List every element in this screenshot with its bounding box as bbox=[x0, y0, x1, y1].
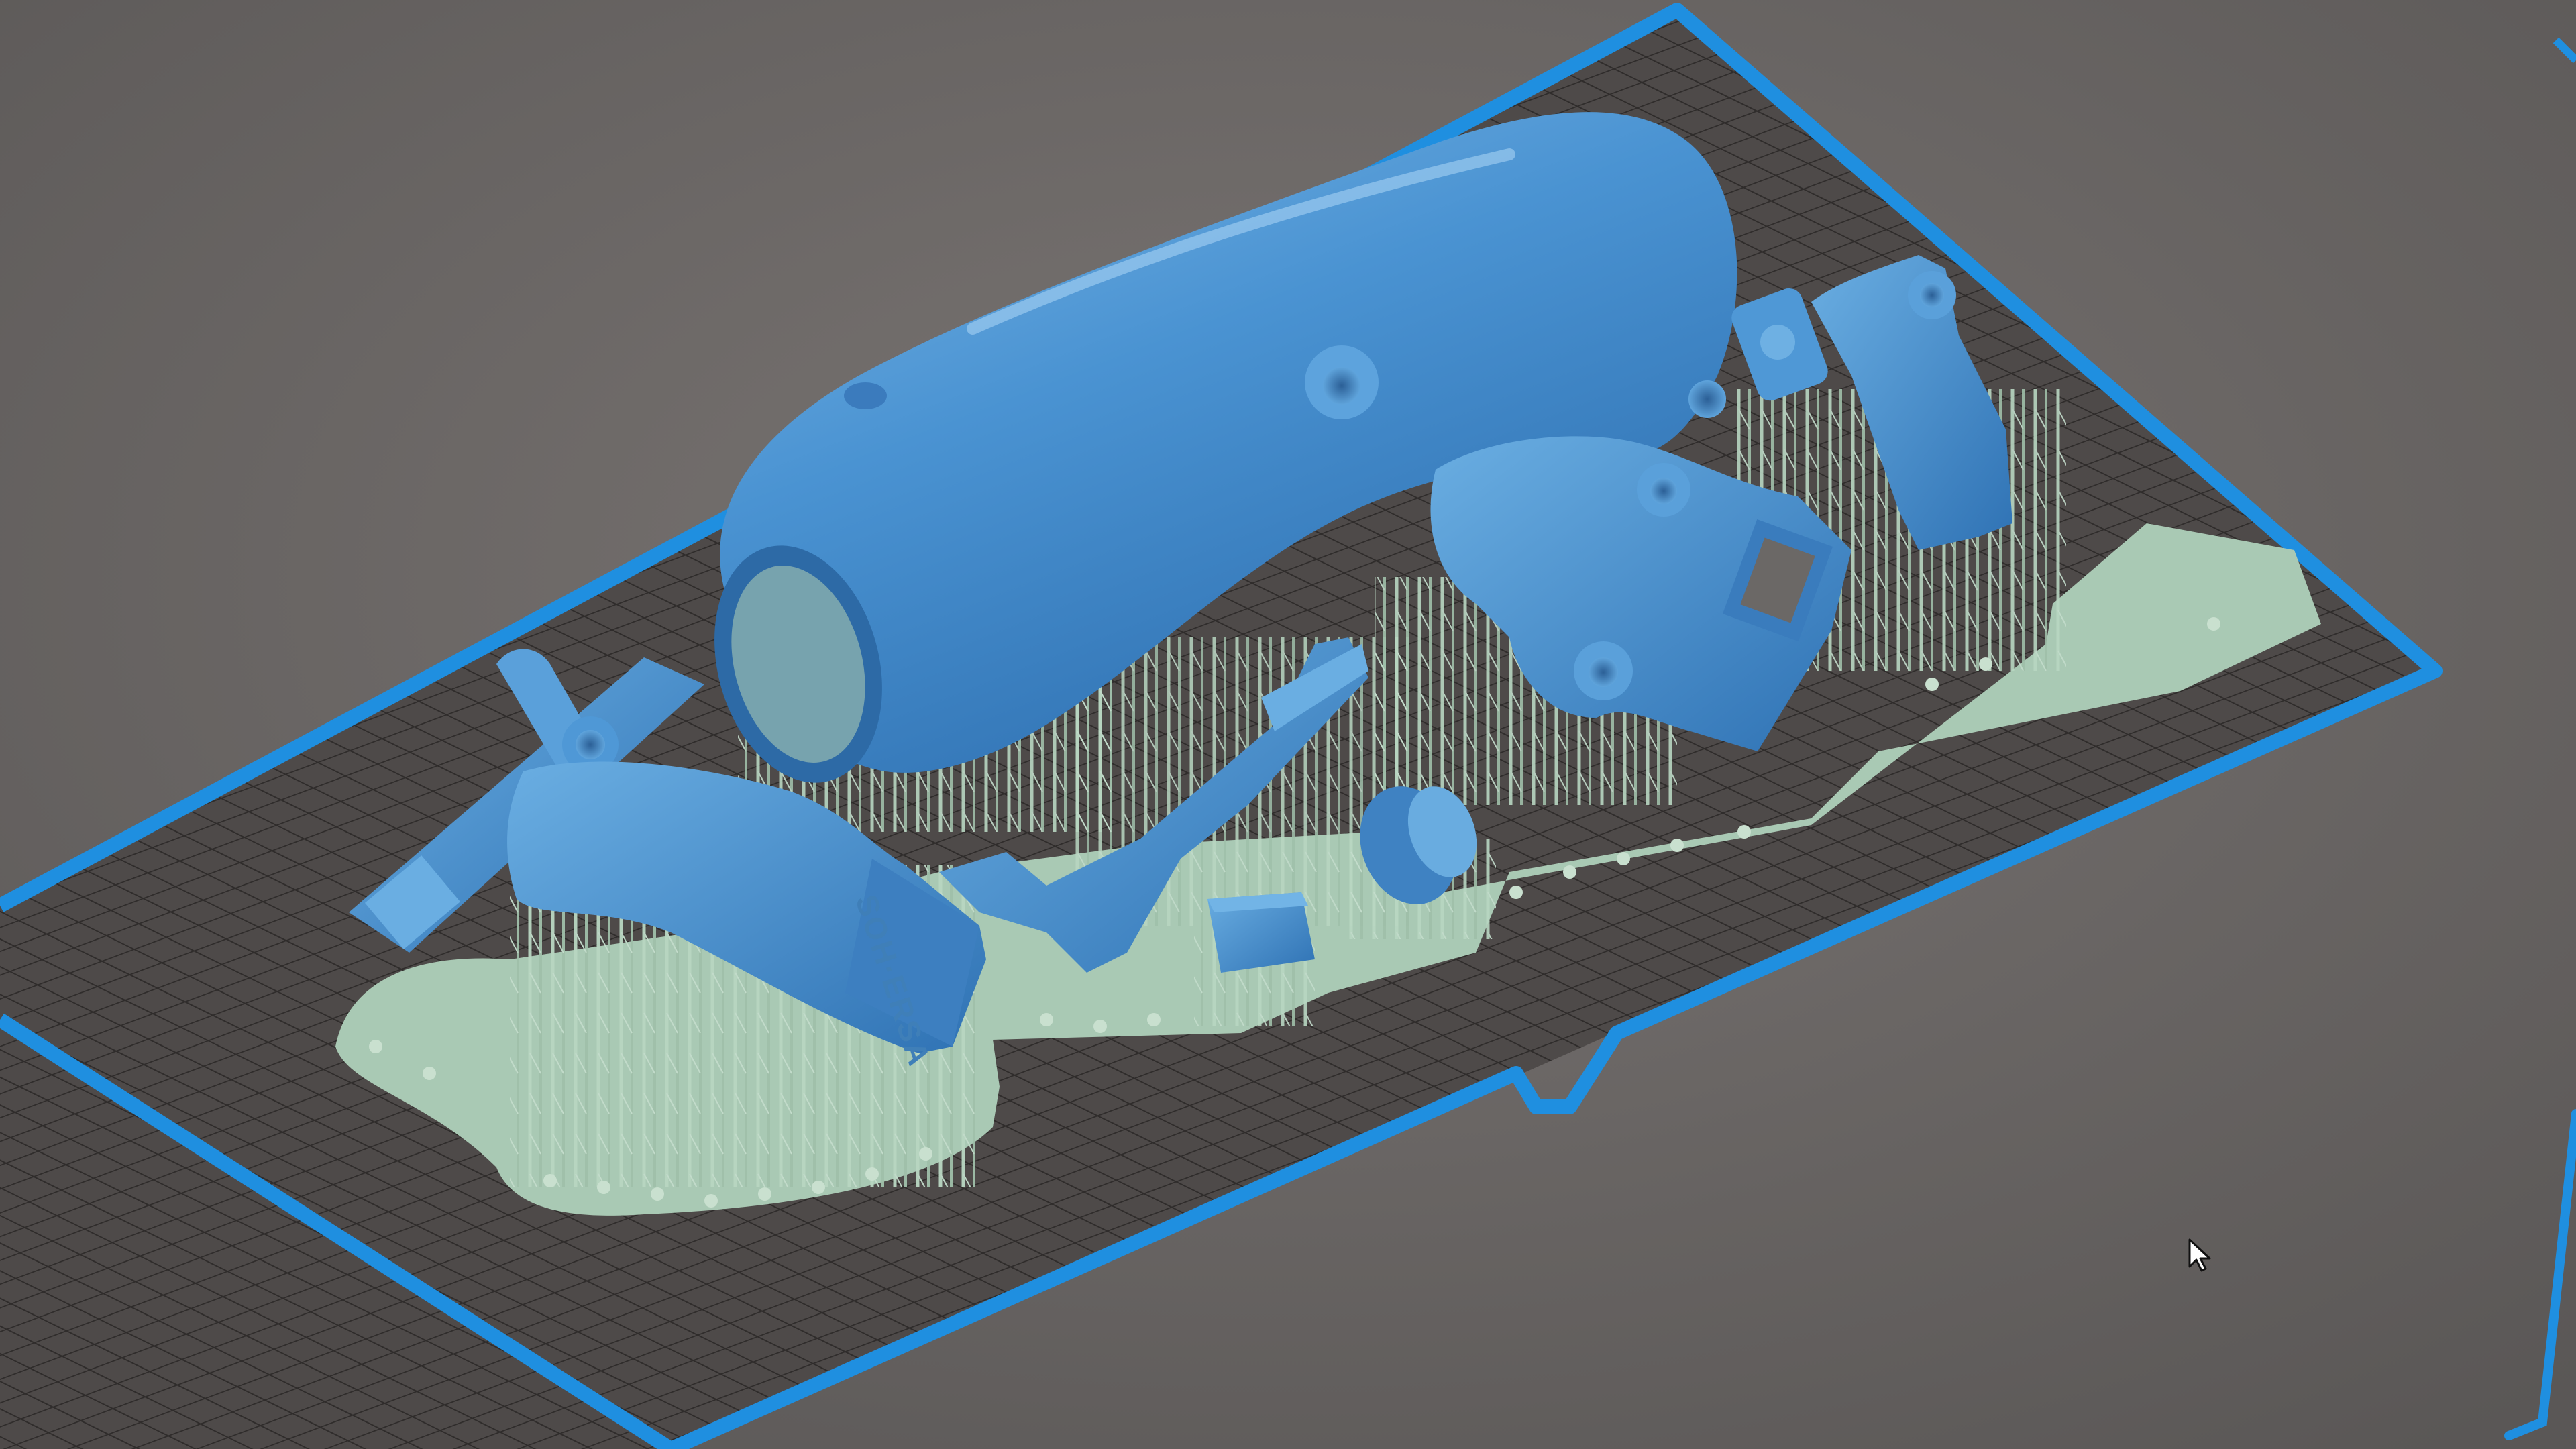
small-block[interactable] bbox=[1208, 892, 1315, 973]
3d-scene[interactable]: SOH·ERSA bbox=[0, 0, 2576, 1449]
housing-top-port bbox=[844, 382, 887, 409]
build-plate-viewport[interactable]: SOH·ERSA bbox=[0, 0, 2576, 1449]
housing-side-hole bbox=[1688, 380, 1726, 418]
housing-boss-hole bbox=[1323, 367, 1360, 405]
frame-boss-bottom-hole bbox=[1589, 657, 1618, 687]
frame-boss-top-hole bbox=[1650, 478, 1677, 504]
bracket-knob-hole bbox=[1920, 283, 1944, 307]
handle-hub-hole bbox=[576, 730, 605, 759]
bracket-joint-pin bbox=[1760, 325, 1795, 360]
